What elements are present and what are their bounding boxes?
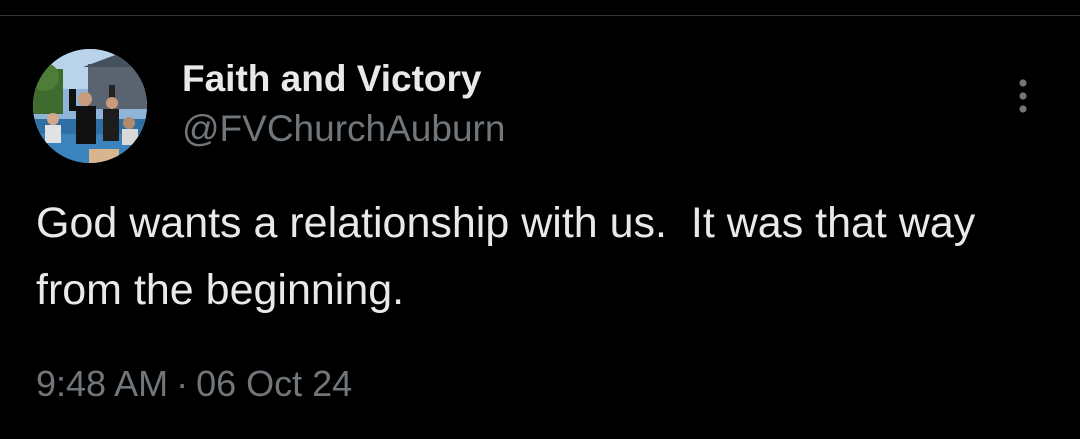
tweet-meta: 9:48 AM · 06 Oct 24 xyxy=(36,361,352,407)
more-vertical-icon xyxy=(1019,79,1027,113)
tweet-time[interactable]: 9:48 AM xyxy=(36,361,168,407)
top-divider xyxy=(0,15,1080,16)
tweet-card: Faith and Victory @FVChurchAuburn God wa… xyxy=(0,0,1080,439)
more-options-button[interactable] xyxy=(1004,74,1042,118)
tweet-date[interactable]: 06 Oct 24 xyxy=(196,361,352,407)
avatar-photo xyxy=(33,49,147,163)
tweet-text: God wants a relationship with us. It was… xyxy=(36,199,988,314)
display-name[interactable]: Faith and Victory xyxy=(182,55,482,103)
avatar[interactable] xyxy=(33,49,147,163)
user-handle[interactable]: @FVChurchAuburn xyxy=(182,105,505,153)
meta-separator: · xyxy=(176,363,189,404)
